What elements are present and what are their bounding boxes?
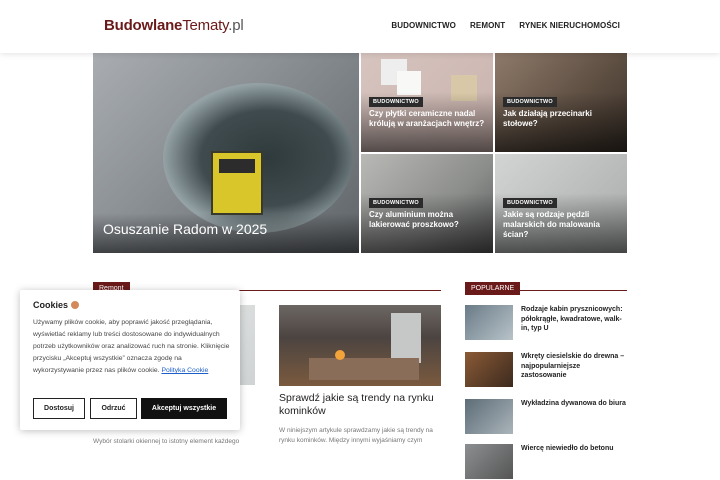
popular-item[interactable]: Rodzaje kabin prysznicowych: półokrągłe,…	[465, 305, 627, 341]
popular-thumbnail[interactable]	[465, 399, 513, 434]
hero-tile-2[interactable]: BUDOWNICTWO Jak działają przecinarki sto…	[495, 53, 627, 152]
cookie-text: Używamy plików cookie, aby poprawić jako…	[33, 317, 233, 377]
hero-tile-4[interactable]: BUDOWNICTWO Jakie są rodzaje pędzli mala…	[495, 154, 627, 253]
section-header-popular: POPULARNE	[465, 277, 627, 295]
reject-button[interactable]: Odrzuć	[90, 398, 137, 419]
logo-part-2: Tematy	[182, 17, 229, 34]
popular-item[interactable]: Wkręty ciesielskie do drewna – najpopula…	[465, 352, 627, 388]
cookie-banner: Cookies Używamy plików cookie, aby popra…	[20, 290, 240, 430]
article-excerpt: Wybór stolarki okiennej to istotny eleme…	[93, 438, 240, 445]
hero-tile-1[interactable]: BUDOWNICTWO Czy płytki ceramiczne nadal …	[361, 53, 493, 152]
category-badge[interactable]: BUDOWNICTWO	[369, 97, 423, 107]
site-logo[interactable]: BudowlaneTematy.pl	[104, 17, 244, 34]
article-excerpt: W niniejszym artykule sprawdzamy jakie s…	[279, 427, 433, 444]
popular-thumbnail[interactable]	[465, 444, 513, 479]
popular-title[interactable]: Rodzaje kabin prysznicowych: półokrągłe,…	[521, 305, 627, 334]
popular-thumbnail[interactable]	[465, 305, 513, 340]
hero-tile-title[interactable]: Czy aluminium można lakierować proszkowo…	[369, 210, 487, 230]
hero-big-title[interactable]: Osuszanie Radom w 2025	[103, 221, 267, 237]
popular-title[interactable]: Wkręty ciesielskie do drewna – najpopula…	[521, 352, 627, 381]
thumb-part	[391, 313, 421, 363]
hero-tile-title[interactable]: Jakie są rodzaje pędzli malarskich do ma…	[503, 210, 621, 240]
thumb-part	[335, 350, 345, 360]
hero-big-tile[interactable]: Osuszanie Radom w 2025	[93, 53, 359, 253]
logo-part-1: Budowlane	[104, 17, 183, 34]
category-badge[interactable]: BUDOWNICTWO	[369, 198, 423, 208]
hero-grid: Osuszanie Radom w 2025 BUDOWNICTWO Czy p…	[93, 53, 627, 253]
category-badge[interactable]: BUDOWNICTWO	[503, 198, 557, 208]
section-label: POPULARNE	[465, 282, 521, 295]
logo-part-3: .pl	[228, 17, 244, 34]
nav-item-budownictwo[interactable]: BUDOWNICTWO	[391, 21, 456, 30]
popular-thumbnail[interactable]	[465, 352, 513, 387]
cookie-icon	[71, 301, 80, 309]
article-thumbnail[interactable]	[279, 305, 441, 386]
hero-tile-title[interactable]: Jak działają przecinarki stołowe?	[503, 109, 621, 129]
section-header-remont: Remont	[93, 277, 441, 295]
cookie-policy-link[interactable]: Polityka Cookie	[161, 367, 208, 374]
main-nav: BUDOWNICTWO REMONT RYNEK NIERUCHOMOŚCI	[391, 21, 620, 30]
accept-all-button[interactable]: Akceptuj wszystkie	[141, 398, 227, 419]
popular-item[interactable]: Wiercę niewiedło do betonu	[465, 444, 627, 480]
cookie-title-text: Cookies	[33, 300, 69, 310]
hero-image-dryer	[211, 151, 263, 215]
hero-tile-3[interactable]: BUDOWNICTWO Czy aluminium można lakierow…	[361, 154, 493, 253]
thumb-part	[309, 358, 419, 380]
nav-item-remont[interactable]: REMONT	[470, 21, 505, 30]
hero-tile-title[interactable]: Czy płytki ceramiczne nadal królują w ar…	[369, 109, 487, 129]
article-title[interactable]: Sprawdź jakie są trendy na rynku kominkó…	[279, 392, 444, 418]
customize-button[interactable]: Dostosuj	[33, 398, 85, 419]
popular-item[interactable]: Wykładzina dywanowa do biura	[465, 399, 627, 435]
nav-item-rynek[interactable]: RYNEK NIERUCHOMOŚCI	[519, 21, 620, 30]
cookie-title: Cookies	[33, 300, 80, 310]
cookie-text-body: Używamy plików cookie, aby poprawić jako…	[33, 319, 230, 374]
site-header: BudowlaneTematy.pl BUDOWNICTWO REMONT RY…	[0, 0, 720, 53]
category-badge[interactable]: BUDOWNICTWO	[503, 97, 557, 107]
popular-title[interactable]: Wykładzina dywanowa do biura	[521, 399, 627, 409]
popular-title[interactable]: Wiercę niewiedło do betonu	[521, 444, 627, 454]
